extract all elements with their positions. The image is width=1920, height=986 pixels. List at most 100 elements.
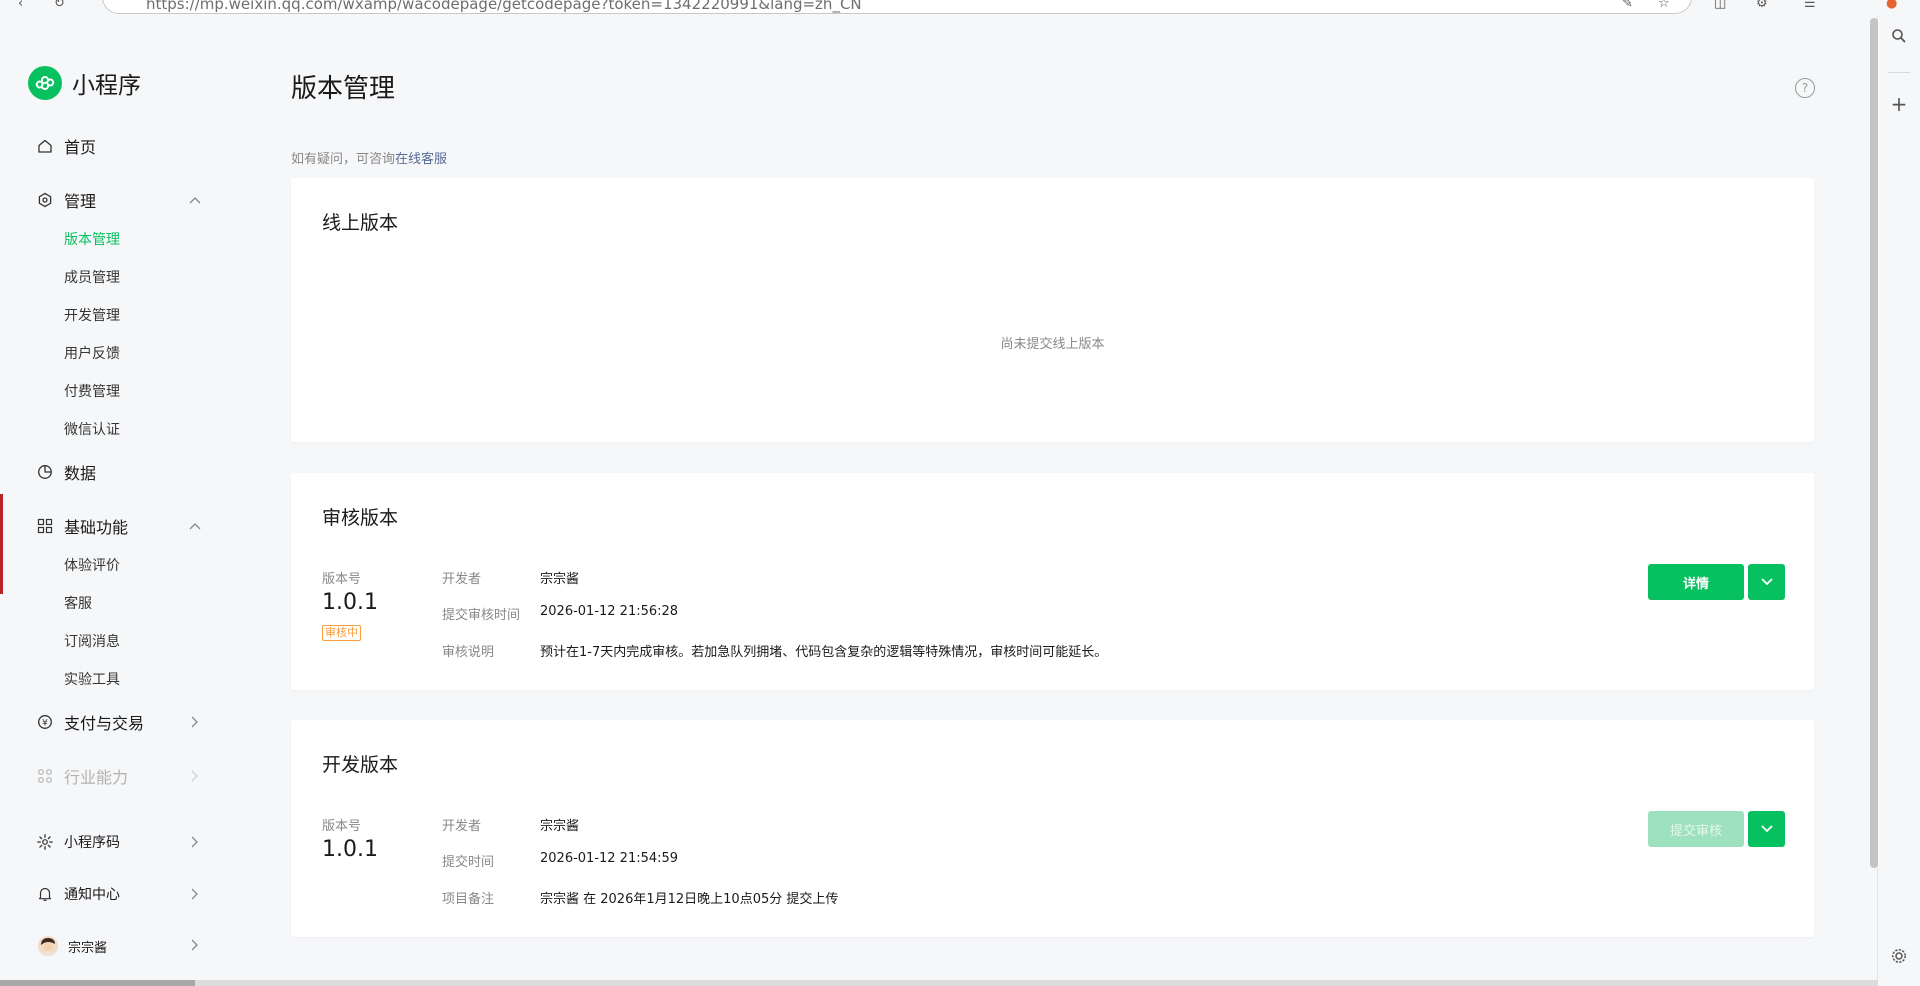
nav-notify[interactable]: 通知中心 <box>36 880 120 908</box>
grid-icon <box>36 517 54 535</box>
nav-subscribe-message[interactable]: 订阅消息 <box>64 632 120 652</box>
chevron-up-icon[interactable] <box>188 193 202 207</box>
bell-icon <box>36 885 54 903</box>
chevron-up-icon[interactable] <box>188 519 202 533</box>
horizontal-scrollbar[interactable] <box>0 980 1878 986</box>
dev-version-card: 开发版本 版本号 1.0.1 开发者 宗宗酱 提交时间 2026-01-12 2… <box>291 720 1814 937</box>
page-scrollbar[interactable] <box>1870 18 1878 868</box>
help-hint-text: 如有疑问，可咨询 <box>291 152 396 167</box>
copilot-icon[interactable]: ● <box>1886 0 1897 11</box>
miniprogram-logo-icon <box>28 66 62 100</box>
nav-industry-label: 行业能力 <box>64 768 129 787</box>
qrcode-icon <box>36 833 54 851</box>
chevron-right-icon[interactable] <box>188 835 202 849</box>
nav-home[interactable]: 首页 <box>36 132 96 160</box>
nav-version-manage[interactable]: 版本管理 <box>64 230 120 250</box>
search-icon[interactable] <box>1878 28 1920 49</box>
split-screen-icon[interactable]: ◫ <box>1714 0 1726 11</box>
collections-icon[interactable]: ☰ <box>1804 0 1816 11</box>
help-hint: 如有疑问，可咨询在线客服 <box>291 148 447 167</box>
nav-manage-label: 管理 <box>64 192 97 211</box>
brand-name: 小程序 <box>72 73 141 99</box>
dev-submit-time-label: 提交时间 <box>442 855 495 870</box>
nav-basic-features[interactable]: 基础功能 <box>36 512 128 540</box>
nav-user-feedback[interactable]: 用户反馈 <box>64 344 120 364</box>
manage-icon <box>36 191 54 209</box>
submit-review-button[interactable]: 提交审核 <box>1648 811 1744 847</box>
review-more-button[interactable] <box>1748 564 1785 600</box>
review-version-number: 1.0.1 <box>322 590 378 615</box>
pie-chart-icon <box>36 463 54 481</box>
nav-pay-manage[interactable]: 付费管理 <box>64 382 120 402</box>
nav-dev-manage[interactable]: 开发管理 <box>64 306 120 326</box>
review-submit-time-label: 提交审核时间 <box>442 608 521 623</box>
dev-remark-value: 宗宗酱 在 2026年1月12日晚上10点05分 提交上传 <box>540 892 839 907</box>
review-version-card: 审核版本 版本号 1.0.1 审核中 开发者 宗宗酱 提交审核时间 2026-0… <box>291 473 1814 690</box>
review-version-title: 审核版本 <box>322 507 399 529</box>
industry-icon <box>36 767 54 785</box>
review-note-label: 审核说明 <box>442 645 495 660</box>
details-button[interactable]: 详情 <box>1648 564 1744 600</box>
avatar <box>38 936 58 956</box>
dev-remark-label: 项目备注 <box>442 892 495 907</box>
dev-more-button[interactable] <box>1748 811 1785 847</box>
chevron-down-icon <box>1760 578 1773 586</box>
help-icon[interactable]: ? <box>1795 78 1815 98</box>
back-icon[interactable]: ‹ <box>18 0 23 11</box>
nav-manage[interactable]: 管理 <box>36 186 96 214</box>
nav-user-label: 宗宗酱 <box>68 940 108 956</box>
refresh-icon[interactable]: ↻ <box>54 0 65 11</box>
online-version-card: 线上版本 尚未提交线上版本 <box>291 178 1814 442</box>
svg-text:¥: ¥ <box>42 718 48 728</box>
browser-sidebar: + <box>1877 16 1920 980</box>
favorite-icon[interactable]: ☆ <box>1658 0 1670 11</box>
browser-toolbar: ‹ ↻ https://mp.weixin.qq.com/wxamp/wacod… <box>0 0 1920 16</box>
url-text[interactable]: https://mp.weixin.qq.com/wxamp/wacodepag… <box>146 0 862 13</box>
home-icon <box>36 137 54 155</box>
yuan-icon: ¥ <box>36 713 54 731</box>
chevron-right-icon[interactable] <box>188 715 202 729</box>
dev-version-title: 开发版本 <box>322 754 399 776</box>
review-developer-label: 开发者 <box>442 572 482 587</box>
nav-experience-review[interactable]: 体验评价 <box>64 556 120 576</box>
nav-wechat-verify[interactable]: 微信认证 <box>64 420 120 440</box>
chevron-down-icon <box>1760 825 1773 833</box>
dev-developer-value: 宗宗酱 <box>540 819 580 834</box>
review-developer-value: 宗宗酱 <box>540 572 580 587</box>
nav-pay-trade-label: 支付与交易 <box>64 714 145 733</box>
sidebar: 小程序 首页 管理 版本管理 成员管理 开发管理 用户反馈 付费管理 微信认证 … <box>0 16 232 980</box>
status-badge: 审核中 <box>322 625 361 641</box>
dev-developer-label: 开发者 <box>442 819 482 834</box>
nav-data-label: 数据 <box>64 464 97 483</box>
dev-version-number: 1.0.1 <box>322 837 378 862</box>
nav-qrcode[interactable]: 小程序码 <box>36 828 120 856</box>
nav-lab-tools[interactable]: 实验工具 <box>64 670 120 690</box>
dev-submit-time-value: 2026-01-12 21:54:59 <box>540 851 679 866</box>
nav-member-manage[interactable]: 成员管理 <box>64 268 120 288</box>
review-submit-time-value: 2026-01-12 21:56:28 <box>540 604 679 619</box>
page-title: 版本管理 <box>291 74 396 104</box>
nav-customer-service[interactable]: 客服 <box>64 594 92 614</box>
settings-icon[interactable] <box>1878 948 1920 969</box>
online-version-empty: 尚未提交线上版本 <box>1000 337 1105 352</box>
nav-data[interactable]: 数据 <box>36 458 96 486</box>
nav-home-label: 首页 <box>64 138 97 157</box>
brand[interactable]: 小程序 <box>28 66 141 100</box>
add-icon[interactable]: + <box>1878 92 1920 116</box>
extensions-icon[interactable]: ⚙ <box>1756 0 1768 11</box>
dev-version-label: 版本号 <box>322 819 362 834</box>
nav-basic-features-label: 基础功能 <box>64 518 129 537</box>
nav-pay-trade[interactable]: ¥ 支付与交易 <box>36 708 144 736</box>
chevron-right-icon[interactable] <box>188 887 202 901</box>
chevron-right-icon[interactable] <box>188 769 202 783</box>
nav-user[interactable]: 宗宗酱 <box>38 932 107 960</box>
online-service-link[interactable]: 在线客服 <box>395 152 447 167</box>
side-marker <box>0 494 3 594</box>
nav-notify-label: 通知中心 <box>64 887 120 903</box>
review-version-label: 版本号 <box>322 572 362 587</box>
chevron-right-icon[interactable] <box>188 938 202 952</box>
nav-qrcode-label: 小程序码 <box>64 835 120 851</box>
online-version-title: 线上版本 <box>322 212 399 234</box>
nav-industry[interactable]: 行业能力 <box>36 762 128 790</box>
read-aloud-icon[interactable]: ✎ <box>1622 0 1633 11</box>
